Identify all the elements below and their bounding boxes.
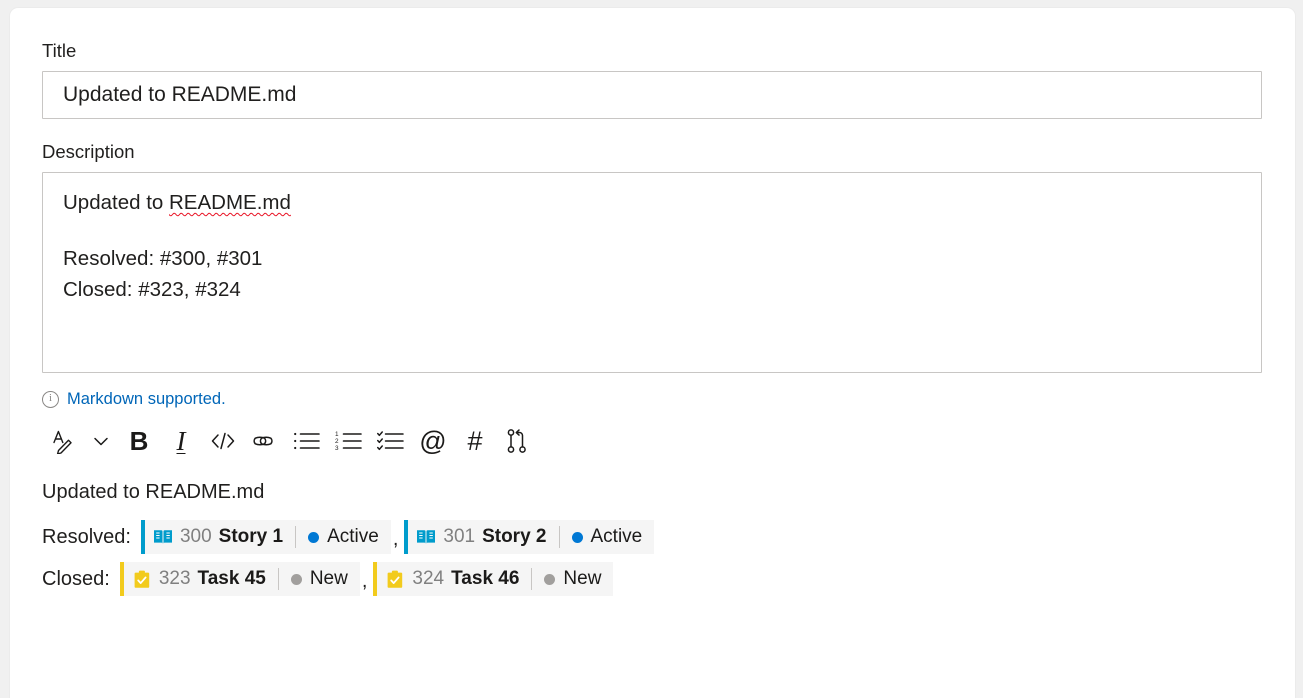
chip-separator: ,	[392, 528, 399, 550]
description-line-1-plain: Updated to	[63, 191, 169, 214]
work-item-title: Story 2	[482, 526, 547, 547]
chip-divider	[295, 526, 297, 548]
work-item-state: Active	[308, 526, 379, 548]
task-clipboard-icon	[385, 569, 405, 589]
numbered-list-icon[interactable]: 1 2 3	[328, 422, 370, 460]
work-item-chip-301[interactable]: 301 Story 2 Active	[404, 520, 655, 554]
work-item-chip-323[interactable]: 323 Task 45 New	[119, 562, 360, 596]
work-item-form: Title Description Updated to README.md R…	[42, 40, 1271, 597]
user-story-book-icon	[416, 527, 436, 547]
state-dot-icon	[544, 573, 556, 585]
bulleted-list-icon[interactable]	[286, 422, 328, 460]
title-field-label: Title	[42, 40, 77, 61]
work-item-id: 300	[179, 526, 212, 547]
work-item-state: New	[290, 568, 348, 590]
state-label: Active	[327, 526, 379, 547]
preview-row-closed: Closed: 323 Task 45 New , 324 Task 46 Ne…	[42, 561, 1271, 597]
work-item-id: 324	[412, 568, 445, 589]
work-item-chip-324[interactable]: 324 Task 46 New	[373, 562, 614, 596]
task-clipboard-icon	[132, 569, 152, 589]
work-item-title: Story 1	[218, 526, 284, 547]
mention-icon[interactable]: @	[412, 422, 454, 460]
state-label: New	[309, 568, 348, 589]
description-preview: Updated to README.md Resolved: 300 Story…	[42, 477, 1271, 597]
user-story-book-icon	[153, 527, 173, 547]
chip-divider	[558, 526, 560, 548]
hashtag-label: #	[467, 425, 483, 456]
markdown-supported-link[interactable]: Markdown supported.	[67, 390, 226, 409]
code-icon[interactable]	[202, 422, 244, 460]
italic-icon[interactable]: I	[160, 422, 202, 460]
svg-text:3: 3	[335, 445, 339, 452]
description-editor[interactable]: Updated to README.md Resolved: #300, #30…	[42, 172, 1262, 373]
state-dot-icon	[290, 573, 302, 585]
chip-divider	[531, 568, 533, 590]
chip-divider	[277, 568, 279, 590]
chevron-down-icon[interactable]	[84, 422, 118, 460]
pull-request-icon[interactable]	[496, 422, 538, 460]
italic-label: I	[176, 425, 186, 456]
bold-icon[interactable]: B	[118, 422, 160, 460]
chip-separator: ,	[361, 570, 368, 592]
work-item-state: Active	[571, 526, 643, 548]
info-icon: i	[42, 390, 59, 408]
markdown-hint: i Markdown supported.	[42, 389, 1271, 409]
description-misspelled-word: README.md	[169, 191, 291, 214]
checklist-icon[interactable]	[370, 422, 412, 460]
svg-text:2: 2	[335, 438, 339, 445]
preview-heading: Updated to README.md	[42, 481, 265, 503]
form-panel: Title Description Updated to README.md R…	[10, 8, 1295, 698]
state-dot-icon	[308, 531, 320, 543]
description-blank-line	[63, 218, 1241, 243]
mention-label: @	[419, 425, 447, 456]
bold-label: B	[129, 426, 149, 456]
description-line-1: Updated to README.md	[63, 187, 1241, 218]
text-style-icon[interactable]	[42, 422, 84, 460]
state-dot-icon	[571, 531, 583, 543]
state-label: Active	[590, 526, 643, 547]
work-item-title: Task 45	[197, 568, 266, 589]
work-item-state: New	[544, 568, 601, 590]
link-icon[interactable]	[244, 422, 286, 460]
description-line-closed: Closed: #323, #324	[63, 278, 241, 301]
preview-row-resolved-label: Resolved:	[42, 525, 131, 548]
description-line-resolved: Resolved: #300, #301	[63, 247, 263, 270]
preview-row-resolved: Resolved: 300 Story 1 Active , 301 Story…	[42, 519, 1271, 555]
work-item-id: 323	[158, 568, 191, 589]
description-field-label: Description	[42, 141, 135, 162]
svg-text:1: 1	[335, 431, 339, 438]
markdown-toolbar: B I 1 2 3 @ #	[42, 421, 1271, 461]
state-label: New	[563, 568, 602, 589]
title-input-wrapper[interactable]	[42, 71, 1262, 119]
work-item-id: 301	[443, 526, 476, 547]
work-item-chip-300[interactable]: 300 Story 1 Active	[140, 520, 391, 554]
work-item-title: Task 46	[451, 568, 520, 589]
preview-row-closed-label: Closed:	[42, 567, 110, 590]
hashtag-icon[interactable]: #	[454, 422, 496, 460]
title-input[interactable]	[43, 72, 1261, 118]
